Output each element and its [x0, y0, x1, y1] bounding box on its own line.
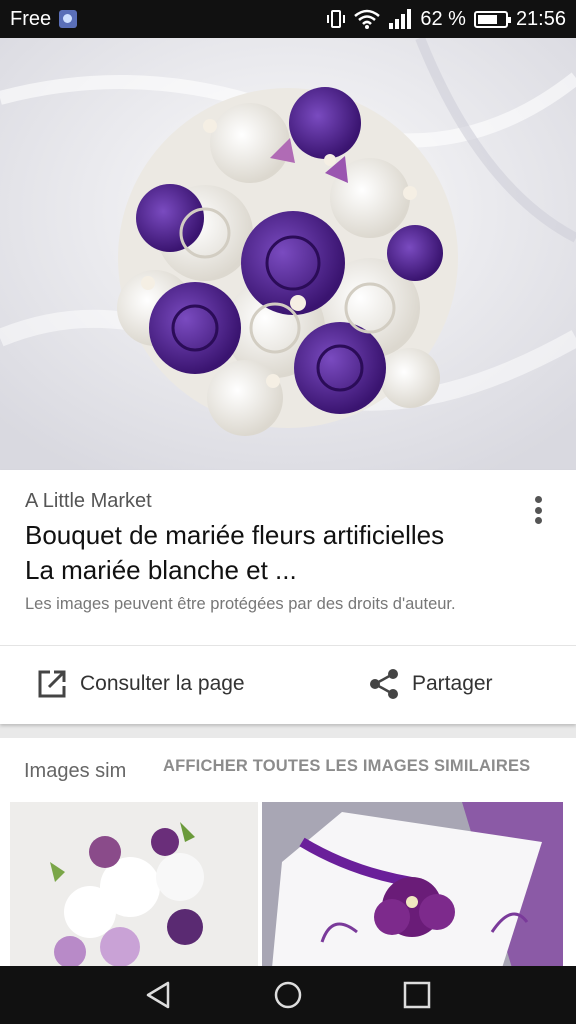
- share-label: Partager: [412, 672, 493, 695]
- vibrate-icon: [327, 10, 346, 28]
- share-icon: [370, 669, 398, 699]
- copyright-notice: Les images peuvent être protégées par de…: [25, 595, 456, 613]
- result-title[interactable]: Bouquet de mariée fleurs artificielles L…: [25, 518, 515, 588]
- bouquet-illustration: [0, 38, 576, 470]
- divider: [0, 645, 576, 646]
- clock: 21:56: [515, 7, 566, 30]
- navigation-bar: [0, 966, 576, 1024]
- recents-icon[interactable]: [402, 980, 432, 1010]
- home-icon[interactable]: [273, 980, 303, 1010]
- result-title-line-1: Bouquet de mariée fleurs artificielles: [25, 520, 445, 550]
- result-title-line-2: La mariée blanche et ...: [25, 555, 297, 585]
- share-button[interactable]: Partager: [368, 664, 493, 704]
- wifi-icon: [354, 9, 381, 29]
- source-name[interactable]: A Little Market: [25, 490, 152, 513]
- carrier-name: Free: [10, 7, 52, 30]
- status-bar: Free 62 % 21:56: [0, 0, 576, 38]
- battery-percent: 62 %: [420, 7, 466, 30]
- see-all-similar-link[interactable]: AFFICHER TOUTES LES IMAGES SIMILAIRES: [163, 757, 530, 776]
- more-vert-dot: [534, 506, 542, 514]
- visit-page-label: Consulter la page: [80, 672, 245, 695]
- visit-page-button[interactable]: Consulter la page: [36, 664, 245, 704]
- similar-image-2[interactable]: [262, 802, 563, 968]
- similar-images-card: Images sim AFFICHER TOUTES LES IMAGES SI…: [0, 738, 576, 968]
- battery-icon: [473, 10, 511, 28]
- more-options-button[interactable]: [526, 492, 550, 528]
- similar-image-1-illustration: [10, 802, 258, 968]
- result-image[interactable]: [0, 38, 576, 470]
- open-in-new-icon: [38, 670, 66, 698]
- similar-images-title: Images sim: [24, 760, 127, 782]
- back-icon[interactable]: [144, 980, 174, 1010]
- status-right: 62 % 21:56: [326, 8, 566, 31]
- result-info-card: A Little Market Bouquet de mariée fleurs…: [0, 470, 576, 724]
- signal-icon: [389, 9, 412, 29]
- more-vert-dot: [534, 517, 542, 524]
- status-left: Free: [10, 7, 78, 31]
- carrier-icon: [59, 10, 78, 28]
- more-vert-icon: [534, 496, 542, 503]
- similar-image-1[interactable]: [10, 802, 258, 968]
- similar-image-2-illustration: [262, 802, 563, 968]
